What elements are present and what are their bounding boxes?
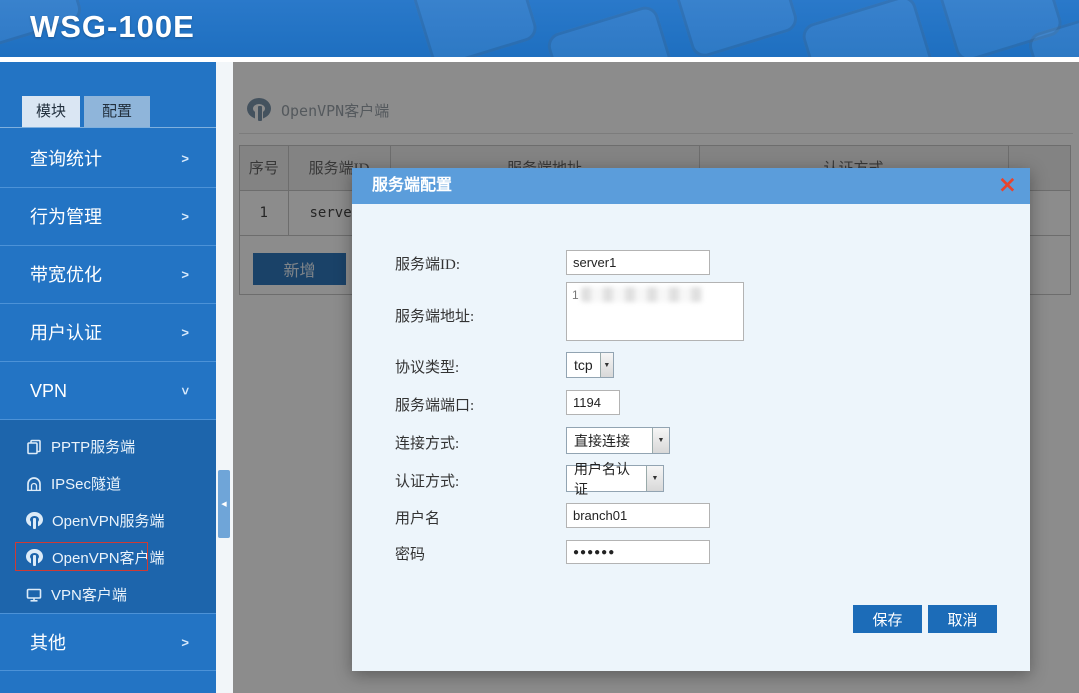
- cancel-button[interactable]: 取消: [928, 605, 997, 633]
- server-config-dialog: 服务端配置 × 服务端ID: 服务端地址: 1 协议类型: tcp ▼ 服务端端…: [352, 168, 1030, 671]
- auth-mode-label: 认证方式:: [395, 470, 560, 491]
- sidebar-item-label: 行为管理: [30, 207, 102, 227]
- sidebar-item-openvpn-server[interactable]: OpenVPN服务端: [0, 502, 216, 539]
- tab-config[interactable]: 配置: [84, 96, 150, 127]
- sidebar-item-label: 带宽优化: [30, 265, 102, 285]
- dialog-title: 服务端配置: [372, 168, 452, 204]
- submenu-item-label: OpenVPN客户端: [52, 547, 165, 568]
- sidebar-item-openvpn-client[interactable]: OpenVPN客户端: [0, 539, 216, 576]
- app-header: WSG-100E: [0, 0, 1079, 57]
- keyboard-texture: [544, 3, 680, 57]
- sidebar-menu: 查询统计 > 行为管理 > 带宽优化 > 用户认证 > VPN >: [0, 130, 216, 671]
- sidebar-item-other[interactable]: 其他 >: [0, 613, 216, 671]
- collapse-left-icon: ◀: [221, 500, 226, 508]
- sidebar: 模块 配置 查询统计 > 行为管理 > 带宽优化 > 用户认证 > VPN >: [0, 62, 216, 693]
- protocol-label: 协议类型:: [395, 356, 560, 377]
- sidebar-collapse-handle[interactable]: ◀: [218, 470, 230, 538]
- chevron-right-icon: >: [181, 130, 189, 188]
- port-label: 服务端端口:: [395, 394, 560, 415]
- dropdown-arrow-icon: ▼: [646, 466, 663, 491]
- sidebar-item-vpn-client[interactable]: VPN客户端: [0, 576, 216, 613]
- sidebar-item-label: VPN: [30, 381, 67, 401]
- sidebar-gutter: ◀: [216, 62, 233, 693]
- keyboard-texture: [799, 0, 939, 57]
- chevron-right-icon: >: [181, 246, 189, 304]
- dropdown-arrow-icon: ▼: [600, 353, 613, 377]
- sidebar-item-bandwidth[interactable]: 带宽优化 >: [0, 246, 216, 304]
- sidebar-item-vpn[interactable]: VPN >: [0, 362, 216, 420]
- save-button[interactable]: 保存: [853, 605, 922, 633]
- app-window: WSG-100E 模块 配置 查询统计 > 行为管理 > 带宽优化 > 用户认证…: [0, 0, 1079, 693]
- submenu-item-label: VPN客户端: [51, 584, 127, 605]
- sidebar-item-label: 用户认证: [30, 323, 102, 343]
- protocol-value: tcp: [567, 353, 600, 377]
- monitor-icon: [26, 587, 42, 603]
- sidebar-item-label: 其他: [30, 633, 66, 653]
- chevron-right-icon: >: [181, 614, 189, 672]
- tab-modules[interactable]: 模块: [22, 96, 80, 127]
- openvpn-icon: [26, 512, 43, 529]
- pptp-icon: [26, 439, 42, 455]
- dropdown-arrow-icon: ▼: [652, 428, 669, 453]
- auth-mode-select[interactable]: 用户名认证 ▼: [566, 465, 664, 492]
- username-label: 用户名: [395, 507, 560, 528]
- submenu-item-label: PPTP服务端: [51, 436, 135, 457]
- sidebar-tab-bar: 模块 配置: [0, 96, 216, 128]
- dialog-header: 服务端配置 ×: [352, 168, 1030, 204]
- username-input[interactable]: [566, 503, 710, 528]
- submenu-item-label: OpenVPN服务端: [52, 510, 165, 531]
- connect-mode-select[interactable]: 直接连接 ▼: [566, 427, 670, 454]
- password-input[interactable]: [566, 540, 710, 564]
- server-id-input[interactable]: [566, 250, 710, 275]
- password-label: 密码: [395, 543, 560, 564]
- sidebar-item-user-auth[interactable]: 用户认证 >: [0, 304, 216, 362]
- chevron-right-icon: >: [181, 188, 189, 246]
- chevron-right-icon: >: [181, 304, 189, 362]
- connect-mode-label: 连接方式:: [395, 432, 560, 453]
- server-id-label: 服务端ID:: [395, 253, 560, 274]
- keyboard-texture: [670, 0, 801, 57]
- sidebar-item-pptp-server[interactable]: PPTP服务端: [0, 428, 216, 465]
- vpn-submenu: PPTP服务端 IPSec隧道 OpenVPN服务端 OpenVPN客户端 VP…: [0, 420, 216, 613]
- product-title: WSG-100E: [30, 9, 195, 45]
- keyboard-texture: [410, 0, 540, 57]
- auth-mode-value: 用户名认证: [567, 466, 646, 491]
- sidebar-item-ipsec-tunnel[interactable]: IPSec隧道: [0, 465, 216, 502]
- ipsec-tunnel-icon: [26, 476, 42, 492]
- port-input[interactable]: [566, 390, 620, 415]
- sidebar-item-behavior-mgmt[interactable]: 行为管理 >: [0, 188, 216, 246]
- openvpn-icon: [26, 549, 43, 566]
- server-addr-label: 服务端地址:: [395, 305, 560, 326]
- submenu-item-label: IPSec隧道: [51, 473, 121, 494]
- chevron-down-icon: >: [156, 387, 214, 395]
- connect-mode-value: 直接连接: [567, 428, 652, 453]
- server-addr-textarea[interactable]: [566, 282, 744, 341]
- close-icon[interactable]: ×: [998, 171, 1017, 199]
- sidebar-item-label: 查询统计: [30, 149, 102, 169]
- sidebar-item-query-stats[interactable]: 查询统计 >: [0, 130, 216, 188]
- protocol-select[interactable]: tcp ▼: [566, 352, 614, 378]
